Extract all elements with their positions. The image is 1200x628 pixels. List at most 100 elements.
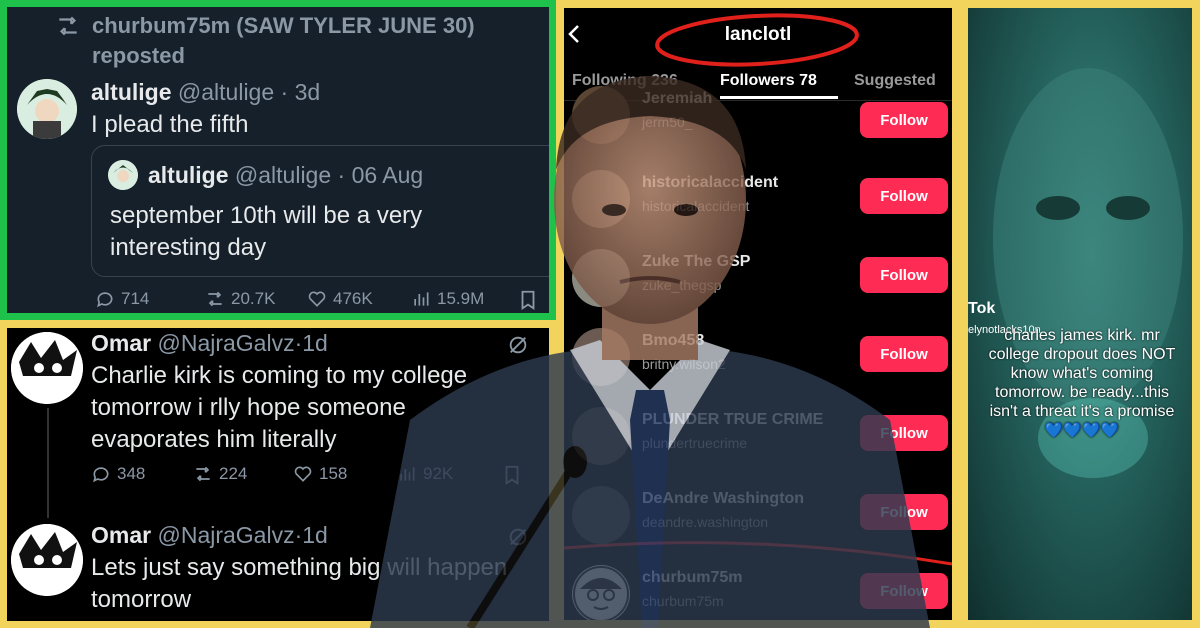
caption-line2: college dropout does NOT bbox=[988, 346, 1176, 363]
views-icon bbox=[400, 467, 415, 481]
quoted-handle: @altulige bbox=[234, 162, 332, 188]
video-panel: Tok elynotlacks10n charles james kirk. m… bbox=[960, 0, 1200, 628]
heart-icon bbox=[308, 291, 326, 307]
anime-avatar-icon bbox=[17, 79, 77, 139]
follower-name: DeAndre Washington bbox=[642, 490, 805, 507]
caption-line1: charles james kirk. mr bbox=[1004, 327, 1160, 344]
highlight-circle bbox=[655, 13, 859, 67]
list-item[interactable]: Jeremiah jerm50_ Follow bbox=[564, 80, 952, 150]
tweet-text: I plead the fifth bbox=[91, 111, 249, 138]
follow-button[interactable]: Follow bbox=[860, 102, 948, 138]
tweet-time[interactable]: 3d bbox=[295, 79, 321, 105]
follow-button[interactable]: Follow bbox=[860, 573, 948, 609]
follower-handle: britny.wilson2 bbox=[642, 356, 726, 372]
caption-line4: tomorrow. be ready...this bbox=[995, 384, 1169, 401]
follow-button[interactable]: Follow bbox=[860, 178, 948, 214]
follow-button[interactable]: Follow bbox=[860, 257, 948, 293]
author-name[interactable]: Omar bbox=[91, 330, 151, 356]
follow-button[interactable]: Follow bbox=[860, 336, 948, 372]
avatar[interactable] bbox=[11, 332, 83, 404]
views-icon bbox=[414, 292, 429, 306]
views-button[interactable]: 15.9M bbox=[411, 289, 484, 309]
replies-panel: Omar @NajraGalvz·1d Charlie kirk is comi… bbox=[0, 320, 556, 628]
tweet-text-line2: tomorrow i rlly hope someone bbox=[91, 394, 406, 421]
like-button[interactable]: 476K bbox=[307, 289, 373, 309]
tweet-text-line2: tomorrow bbox=[91, 586, 192, 613]
repost-icon bbox=[59, 16, 77, 36]
views-button[interactable]: 92K bbox=[397, 464, 453, 484]
reply-count: 714 bbox=[121, 289, 150, 308]
reply-icon bbox=[97, 292, 113, 308]
caption-emoji: 💙💙💙💙 bbox=[1044, 422, 1120, 439]
repost-button[interactable]: 224 bbox=[193, 464, 247, 484]
reply-button[interactable]: 348 bbox=[91, 464, 145, 484]
repost-icon bbox=[196, 466, 210, 482]
like-count: 158 bbox=[319, 464, 348, 483]
quoted-text-line2: interesting day bbox=[110, 234, 267, 261]
list-item[interactable]: Zuke The GSP zuke_thegsp Follow bbox=[564, 243, 952, 313]
quoted-text-line1: september 10th will be a very bbox=[110, 202, 423, 229]
follower-handle: jerm50_ bbox=[642, 114, 693, 130]
avatar bbox=[572, 328, 630, 386]
author-handle[interactable]: @NajraGalvz bbox=[157, 522, 294, 548]
like-button[interactable]: 158 bbox=[293, 464, 347, 484]
author-name[interactable]: Omar bbox=[91, 522, 151, 548]
follower-name: Zuke The GSP bbox=[642, 253, 751, 270]
tweet-text-line1: Lets just say something big will happen bbox=[91, 554, 508, 581]
quoted-avatar bbox=[108, 160, 138, 190]
tweet-time[interactable]: 1d bbox=[302, 330, 328, 356]
repost-count: 20.7K bbox=[231, 289, 276, 308]
author-handle[interactable]: @NajraGalvz bbox=[157, 330, 294, 356]
repost-label: reposted bbox=[92, 43, 185, 68]
repost-icon bbox=[208, 291, 222, 307]
follower-handle: churbum75m bbox=[642, 593, 724, 609]
caption-line3: know what's coming bbox=[1010, 365, 1154, 382]
reply-button[interactable]: 714 bbox=[95, 289, 149, 309]
like-count: 476K bbox=[333, 289, 373, 308]
author-name[interactable]: altulige bbox=[91, 79, 172, 105]
avatar bbox=[572, 407, 630, 465]
avatar[interactable] bbox=[17, 79, 77, 139]
bookmark-icon[interactable] bbox=[517, 289, 539, 311]
follower-name: Bmo458 bbox=[642, 332, 705, 349]
app-label: Tok bbox=[968, 300, 996, 317]
reply-count: 348 bbox=[117, 464, 146, 483]
thread-line bbox=[47, 408, 49, 518]
follow-button[interactable]: Follow bbox=[860, 415, 948, 451]
tweet-text-line1: Charlie kirk is coming to my college bbox=[91, 362, 468, 389]
highlight-underline bbox=[564, 541, 952, 566]
follower-handle: deandre.washington bbox=[642, 514, 769, 530]
list-item[interactable]: PLUNDER TRUE CRIME plundertruecrime Foll… bbox=[564, 401, 952, 471]
repost-button[interactable]: 20.7K bbox=[205, 289, 275, 309]
list-item[interactable]: historicalaccident historicalaccident Fo… bbox=[564, 164, 952, 234]
list-item[interactable]: Bmo458 britny.wilson2 Follow bbox=[564, 322, 952, 392]
grok-icon[interactable] bbox=[507, 334, 529, 356]
avatar bbox=[572, 170, 630, 228]
avatar[interactable] bbox=[11, 524, 83, 596]
heart-icon bbox=[294, 466, 312, 482]
bookmark-icon[interactable] bbox=[501, 464, 523, 486]
video-frame-image bbox=[993, 68, 1183, 478]
avatar bbox=[572, 249, 630, 307]
cartoon-avatar-icon bbox=[11, 332, 83, 404]
tweet-text-line3: evaporates him literally bbox=[91, 426, 337, 453]
repost-count: 224 bbox=[219, 464, 248, 483]
follower-name: historicalaccident bbox=[642, 174, 779, 191]
follow-button[interactable]: Follow bbox=[860, 494, 948, 530]
follower-name: Jeremiah bbox=[642, 90, 713, 107]
follower-name: PLUNDER TRUE CRIME bbox=[642, 411, 824, 428]
repost-user[interactable]: churbum75m (SAW TYLER JUNE 30) bbox=[92, 13, 475, 39]
reposted-tweet-panel: churbum75m (SAW TYLER JUNE 30) reposted … bbox=[0, 0, 556, 320]
follower-handle: plundertruecrime bbox=[642, 435, 748, 451]
author-handle[interactable]: @altulige bbox=[178, 79, 274, 105]
quoted-time: 06 Aug bbox=[351, 162, 424, 188]
views-count: 15.9M bbox=[437, 289, 485, 308]
anime-avatar-icon bbox=[108, 160, 138, 190]
quoted-author: altulige bbox=[148, 162, 229, 188]
grok-icon[interactable] bbox=[507, 526, 529, 548]
cartoon-avatar-icon bbox=[11, 524, 83, 596]
tweet-time[interactable]: 1d bbox=[302, 522, 328, 548]
caption-line5: isn't a threat it's a promise bbox=[989, 403, 1175, 420]
follower-handle: zuke_thegsp bbox=[642, 277, 722, 293]
quoted-tweet[interactable]: altulige @altulige · 06 Aug september 10… bbox=[91, 145, 549, 277]
